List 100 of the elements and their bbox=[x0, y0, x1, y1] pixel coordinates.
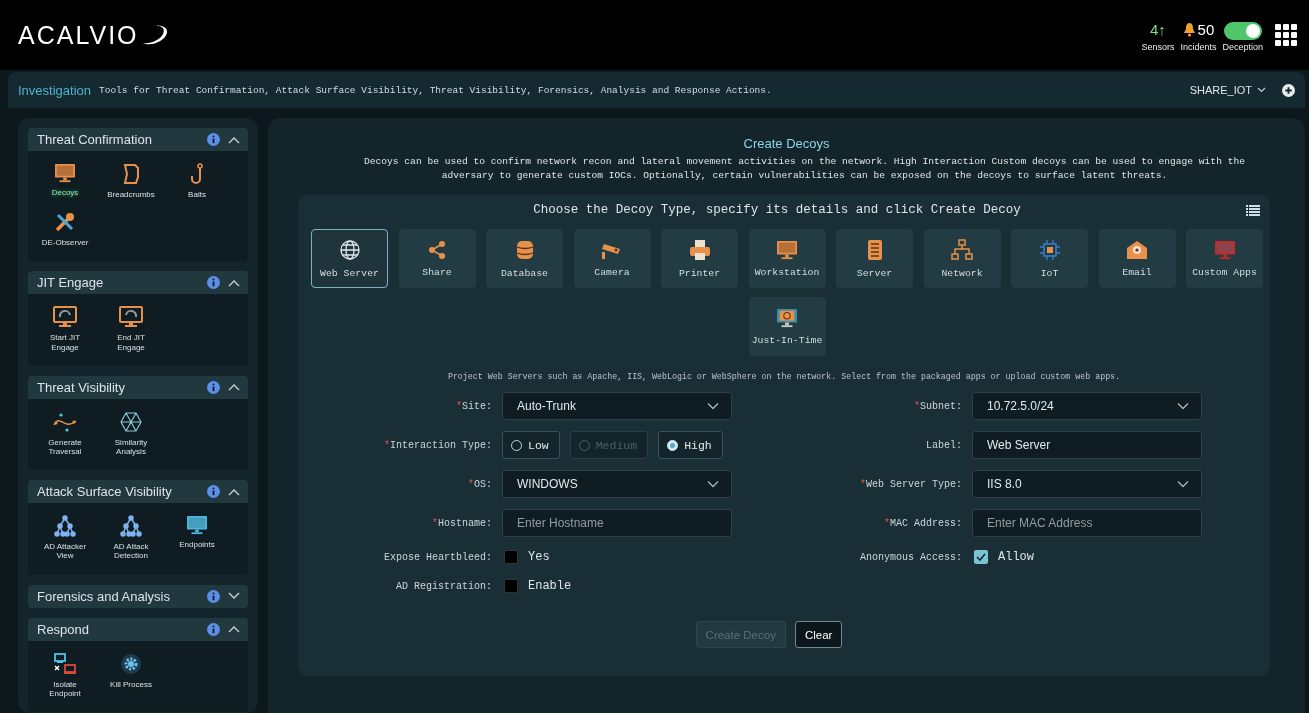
sidebar-item[interactable]: Generate Traversal bbox=[32, 410, 98, 457]
list-icon[interactable] bbox=[1246, 204, 1260, 216]
deception-label: Deception bbox=[1222, 41, 1263, 52]
check-icon bbox=[976, 553, 986, 561]
monitor-icon bbox=[1213, 239, 1236, 260]
checkbox[interactable] bbox=[974, 550, 988, 564]
add-icon[interactable] bbox=[1282, 83, 1295, 97]
sidebar-item[interactable]: Kill Process bbox=[98, 652, 164, 698]
select-field[interactable]: IIS 8.0 bbox=[972, 470, 1202, 498]
section-title: Threat Confirmation bbox=[37, 132, 153, 147]
printer-icon bbox=[688, 238, 711, 261]
info-icon[interactable] bbox=[207, 622, 220, 636]
decoy-type-tile[interactable]: Custom Apps bbox=[1186, 229, 1263, 288]
page-description: Tools for Threat Confirmation, Attack Surface Visibility, Threat Visibility, Forensics, Analysis and Response Actions. bbox=[99, 84, 773, 96]
server-icon bbox=[866, 238, 883, 261]
section-title: JIT Engage bbox=[37, 275, 105, 291]
section-title: Respond bbox=[37, 621, 91, 637]
checkbox-label: Yes bbox=[528, 550, 550, 564]
decoy-type-tile[interactable]: Server bbox=[836, 229, 913, 288]
computers-icon bbox=[53, 652, 77, 675]
field-label: *Site: bbox=[455, 401, 492, 412]
decoy-type-tile[interactable]: IoT bbox=[1011, 229, 1088, 288]
sidebar-item[interactable]: Decoys bbox=[32, 163, 98, 200]
info-icon[interactable] bbox=[207, 133, 220, 146]
decoy-type-tile[interactable]: Camera bbox=[573, 229, 651, 288]
select-field[interactable]: WINDOWS bbox=[502, 470, 732, 498]
decoy-type-tile[interactable]: Network bbox=[923, 229, 1001, 288]
field-label: *MAC Address: bbox=[883, 518, 962, 529]
decoy-type-tile[interactable]: Email bbox=[1098, 229, 1176, 288]
select-field[interactable]: 10.72.5.0/24 bbox=[972, 392, 1202, 420]
chevron-icon[interactable] bbox=[228, 625, 240, 633]
chevron-icon[interactable] bbox=[228, 592, 240, 600]
caret-icon bbox=[1177, 480, 1189, 488]
decoy-type-tile[interactable]: Share bbox=[398, 229, 476, 288]
field-label: *Interaction Type: bbox=[383, 440, 492, 451]
document-icon bbox=[122, 163, 140, 185]
monitor-icon bbox=[54, 163, 76, 183]
workspace-dropdown[interactable]: SHARE_IOT bbox=[1189, 84, 1266, 96]
checkbox-label: Enable bbox=[528, 579, 572, 593]
sidebar-item[interactable]: AD Attacker View bbox=[32, 515, 98, 561]
page-title: Investigation bbox=[18, 82, 91, 98]
sidebar-item[interactable]: Breadcrumbs bbox=[98, 163, 164, 200]
radio-option[interactable]: High bbox=[658, 431, 723, 459]
sensor-count: 4↑ bbox=[1150, 20, 1166, 40]
radio-option[interactable]: Low bbox=[502, 431, 560, 459]
hexagon-icon bbox=[120, 410, 142, 433]
network-icon bbox=[951, 238, 973, 261]
panel-title: Create Decoys bbox=[742, 136, 831, 151]
incidents-label: Incidents bbox=[1180, 41, 1217, 52]
field-label: Anonymous Access: bbox=[859, 552, 962, 563]
decoy-type-tile[interactable]: Web Server bbox=[311, 229, 388, 288]
decoy-type-tile[interactable]: Workstation bbox=[748, 229, 826, 288]
field-label: Label: bbox=[926, 440, 962, 451]
decoy-type-tile[interactable]: Printer bbox=[661, 229, 738, 288]
monitor-icon bbox=[186, 515, 208, 536]
field-label: Expose Heartbleed: bbox=[383, 552, 492, 563]
sidebar-item[interactable]: Start JIT Engage bbox=[32, 306, 98, 352]
caret-icon bbox=[707, 480, 719, 488]
monitor-icon bbox=[776, 307, 798, 328]
sidebar-item[interactable]: Endpoints bbox=[164, 515, 230, 561]
hierarchy-icon bbox=[120, 515, 142, 538]
deception-toggle[interactable] bbox=[1223, 21, 1262, 40]
chevron-icon[interactable] bbox=[228, 487, 240, 496]
chevron-icon[interactable] bbox=[228, 278, 240, 287]
info-icon[interactable] bbox=[207, 589, 220, 603]
chevron-icon[interactable] bbox=[228, 383, 240, 392]
monitor-icon bbox=[53, 306, 77, 329]
sidebar-item[interactable]: Similarity Analysis bbox=[98, 410, 164, 457]
decoy-type-tile[interactable]: Just-In-Time bbox=[748, 297, 826, 356]
sidebar-item[interactable]: AD Attack Detection bbox=[98, 515, 164, 561]
app-grid-icon[interactable] bbox=[1275, 24, 1297, 46]
input-field[interactable]: Enter MAC Address bbox=[972, 509, 1202, 537]
section-title: Threat Visibility bbox=[37, 379, 126, 395]
globe-icon bbox=[338, 238, 361, 261]
sidebar-item[interactable]: End JIT Engage bbox=[98, 306, 164, 352]
input-field[interactable]: Enter Hostname bbox=[502, 509, 732, 537]
action-button[interactable]: Clear bbox=[794, 621, 843, 648]
info-icon[interactable] bbox=[207, 485, 220, 499]
database-icon bbox=[515, 238, 534, 261]
logo-text: ACALVIO bbox=[18, 20, 139, 50]
chooser-heading: Choose the Decoy Type, specify its details and click Create Decoy bbox=[532, 203, 1022, 217]
bell-icon bbox=[1182, 22, 1196, 37]
checkbox[interactable] bbox=[504, 550, 518, 564]
info-icon[interactable] bbox=[207, 276, 220, 290]
caret-icon bbox=[1257, 87, 1266, 93]
field-label: *Web Server Type: bbox=[859, 479, 962, 490]
field-label: *Subnet: bbox=[913, 401, 962, 412]
section-title: Forensics and Analysis bbox=[37, 588, 171, 604]
sidebar-item[interactable]: Baits bbox=[164, 163, 230, 200]
checkbox-label: Allow bbox=[998, 550, 1034, 564]
decoy-type-tile[interactable]: Database bbox=[486, 229, 563, 288]
sidebar-item[interactable]: Isolate Endpoint bbox=[32, 652, 98, 698]
input-field[interactable]: Web Server bbox=[972, 431, 1202, 459]
info-icon[interactable] bbox=[207, 380, 220, 394]
field-label: *OS: bbox=[467, 479, 492, 490]
sidebar-item[interactable]: DE-Observer bbox=[32, 211, 98, 248]
select-field[interactable]: Auto-Trunk bbox=[502, 392, 732, 420]
chevron-icon[interactable] bbox=[228, 135, 240, 144]
checkbox[interactable] bbox=[504, 579, 518, 593]
incident-count: 50 bbox=[1197, 21, 1215, 38]
